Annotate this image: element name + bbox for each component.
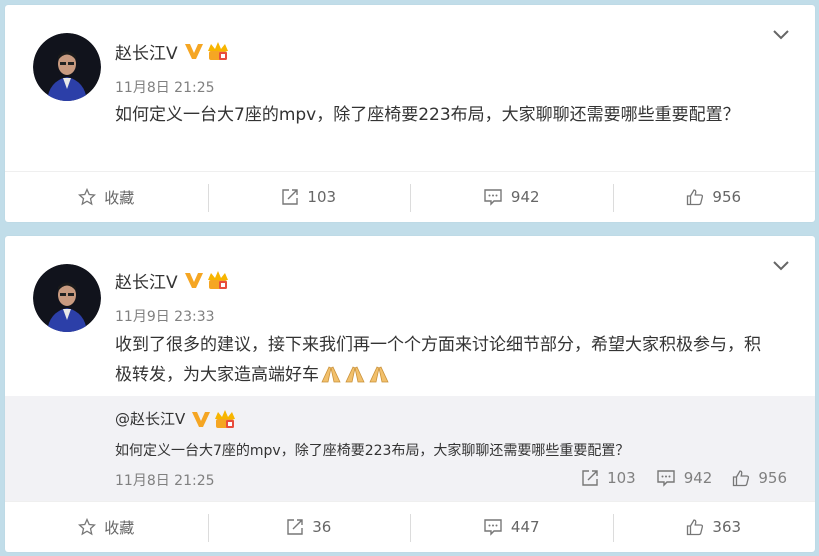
- reposted-author[interactable]: @赵长江V: [115, 408, 185, 429]
- reposted-repost-count: 103: [607, 469, 636, 487]
- repost-button[interactable]: 103: [207, 172, 411, 222]
- like-count: 956: [712, 188, 742, 206]
- vip-crown-icon[interactable]: [213, 409, 237, 429]
- vip-crown-icon[interactable]: [206, 270, 230, 290]
- comment-button[interactable]: 447: [410, 502, 613, 552]
- chevron-down-icon[interactable]: [772, 260, 790, 272]
- avatar[interactable]: [33, 33, 101, 101]
- reposted-comment-count: 942: [683, 469, 713, 487]
- verified-v-icon[interactable]: [191, 410, 211, 428]
- author-row: 赵长江V: [115, 39, 230, 64]
- comment-icon: [484, 519, 502, 536]
- thumbs-up-icon: [687, 519, 704, 536]
- comment-icon: [657, 470, 675, 487]
- post-actions: 收藏 36 447 363: [5, 501, 815, 552]
- like-button[interactable]: 956: [612, 172, 816, 222]
- like-button[interactable]: 363: [612, 502, 816, 552]
- thumbs-up-icon: [733, 470, 750, 487]
- vip-crown-icon[interactable]: [206, 41, 230, 61]
- reposted-like-button[interactable]: 956: [732, 469, 787, 487]
- verified-v-icon[interactable]: [184, 42, 204, 60]
- post-text: 如何定义一台大7座的mpv，除了座椅要223布局，大家聊聊还需要哪些重要配置？: [115, 105, 740, 125]
- like-count: 363: [712, 518, 742, 536]
- star-icon: [78, 188, 97, 206]
- praying-hands-emoji: [345, 366, 365, 383]
- comment-button[interactable]: 942: [410, 172, 613, 222]
- reposted-author-row: @赵长江V: [115, 408, 237, 429]
- post-actions: 收藏 103 942 956: [5, 171, 815, 222]
- praying-hands-emoji: [321, 366, 341, 383]
- repost-icon: [582, 470, 598, 486]
- reposted-content[interactable]: @赵长江V 如何定义一台大7座的mpv，除了座椅要223布局，大家聊聊还需要哪些…: [5, 396, 815, 501]
- reposted-time[interactable]: 11月8日 21:25: [115, 470, 215, 490]
- repost-count: 36: [312, 518, 332, 536]
- avatar[interactable]: [33, 264, 101, 332]
- comment-icon: [484, 189, 502, 206]
- favorite-button[interactable]: 收藏: [5, 172, 208, 222]
- reposted-stats: 103 942 956: [561, 469, 787, 487]
- comment-count: 942: [510, 188, 540, 206]
- comment-count: 447: [510, 518, 540, 536]
- star-icon: [78, 518, 97, 536]
- repost-icon: [287, 519, 303, 535]
- author-row: 赵长江V: [115, 268, 230, 293]
- author-name[interactable]: 赵长江V: [115, 39, 178, 64]
- favorite-label: 收藏: [104, 188, 135, 207]
- weibo-post-2: 赵长江V 11月9日 23:33 收到了很多的建议，接下来我们再一个个方面来讨论…: [5, 236, 815, 552]
- reposted-like-count: 956: [758, 469, 787, 487]
- repost-icon: [282, 189, 299, 205]
- favorite-button[interactable]: 收藏: [5, 502, 208, 552]
- post-text: 收到了很多的建议，接下来我们再一个个方面来讨论细节部分，希望大家积极参与，积极转…: [115, 330, 765, 390]
- post-time[interactable]: 11月9日 23:33: [115, 306, 215, 326]
- praying-hands-emoji: [369, 366, 389, 383]
- reposted-comment-button[interactable]: 942: [656, 469, 713, 487]
- repost-button[interactable]: 36: [207, 502, 411, 552]
- verified-v-icon[interactable]: [184, 271, 204, 289]
- thumbs-up-icon: [687, 189, 704, 206]
- favorite-label: 收藏: [104, 518, 135, 537]
- repost-count: 103: [307, 188, 337, 206]
- post-text-content: 收到了很多的建议，接下来我们再一个个方面来讨论细节部分，希望大家积极参与，积极转…: [115, 335, 761, 385]
- reposted-repost-button[interactable]: 103: [581, 469, 636, 487]
- reposted-text: 如何定义一台大7座的mpv，除了座椅要223布局，大家聊聊还需要哪些重要配置？: [115, 443, 630, 459]
- author-name[interactable]: 赵长江V: [115, 268, 178, 293]
- praying-hands-emoji-group: [321, 366, 389, 383]
- post-time[interactable]: 11月8日 21:25: [115, 77, 215, 97]
- weibo-post-1: 赵长江V 11月8日 21:25 如何定义一台大7座的mpv，除了座椅要223布…: [5, 5, 815, 222]
- chevron-down-icon[interactable]: [772, 29, 790, 41]
